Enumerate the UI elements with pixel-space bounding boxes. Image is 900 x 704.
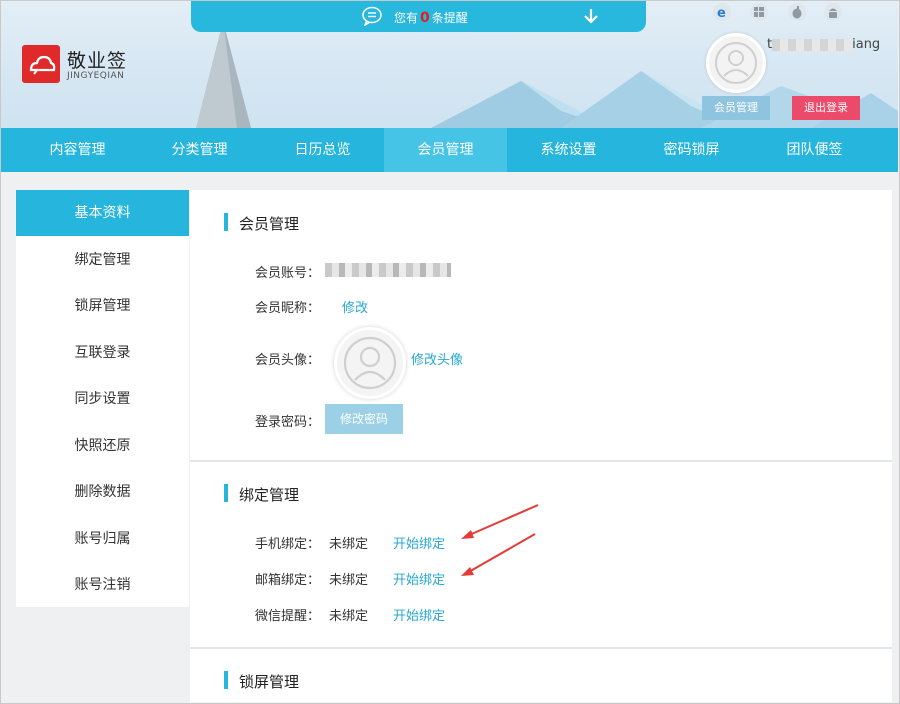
logo-title: 敬业签	[67, 50, 128, 72]
nav-team-notes[interactable]: 团队便签	[753, 128, 876, 172]
email-binding-link[interactable]: 开始绑定	[393, 569, 445, 588]
sidebar-item-delete-data[interactable]: 删除数据	[16, 469, 189, 515]
member-management-button[interactable]: 会员管理	[702, 96, 770, 120]
sidebar-item-binding[interactable]: 绑定管理	[16, 237, 189, 283]
main-nav: 内容管理 分类管理 日历总览 会员管理 系统设置 密码锁屏 团队便签	[1, 128, 898, 172]
wechat-binding-label: 微信提醒：	[255, 609, 321, 624]
sidebar-item-linked-login[interactable]: 互联登录	[16, 330, 189, 376]
redacted-account	[325, 263, 451, 277]
sidebar-item-account-owner[interactable]: 账号归属	[16, 516, 189, 562]
section-divider	[190, 647, 892, 649]
section-marker	[224, 213, 228, 231]
user-name: t iang	[767, 37, 880, 52]
section-marker	[224, 484, 228, 502]
phone-binding-link[interactable]: 开始绑定	[393, 533, 445, 552]
nickname-label: 会员昵称：	[255, 301, 321, 316]
phone-binding-status: 未绑定	[329, 537, 369, 552]
email-binding-status: 未绑定	[329, 573, 369, 588]
chat-bubble-icon	[362, 6, 382, 26]
sidebar-item-cancel-account[interactable]: 账号注销	[16, 562, 189, 608]
sidebar-item-lockscreen[interactable]: 锁屏管理	[16, 283, 189, 329]
wechat-binding-status: 未绑定	[329, 609, 369, 624]
logout-button[interactable]: 退出登录	[792, 96, 860, 120]
sidebar-item-sync[interactable]: 同步设置	[16, 376, 189, 422]
email-binding-label: 邮箱绑定：	[255, 573, 321, 588]
binding-section-title: 绑定管理	[239, 486, 300, 504]
annotation-arrows	[461, 504, 539, 576]
logo-icon	[22, 45, 60, 83]
edit-avatar-link[interactable]: 修改头像	[411, 349, 463, 368]
windows-icon[interactable]	[750, 3, 768, 21]
nav-settings[interactable]: 系统设置	[507, 128, 630, 172]
nav-content[interactable]: 内容管理	[16, 128, 139, 172]
edit-nickname-link[interactable]: 修改	[342, 297, 368, 316]
reminder-prefix: 您有	[394, 11, 419, 25]
ie-icon[interactable]: e	[713, 3, 731, 21]
lockscreen-section-title: 锁屏管理	[239, 673, 300, 691]
nav-member[interactable]: 会员管理	[384, 128, 507, 172]
redacted-username	[772, 38, 853, 51]
user-name-end: iang	[852, 37, 881, 52]
nav-lockscreen[interactable]: 密码锁屏	[630, 128, 753, 172]
reminder-suffix: 条提醒	[431, 11, 468, 25]
apple-icon[interactable]	[788, 3, 806, 21]
avatar-label: 会员头像：	[255, 353, 321, 368]
password-label: 登录密码：	[255, 415, 321, 430]
nav-category[interactable]: 分类管理	[138, 128, 261, 172]
sidebar-item-basic-info[interactable]: 基本资料	[16, 190, 189, 236]
sidebar: 基本资料 绑定管理 锁屏管理 互联登录 同步设置 快照还原 删除数据 账号归属 …	[16, 190, 189, 607]
logo-subtitle: JINGYEQIAN	[67, 71, 125, 81]
section-divider	[190, 460, 892, 462]
reminder-notice[interactable]: 您有 0 条提醒	[191, 1, 646, 32]
user-avatar[interactable]	[706, 33, 766, 93]
nav-calendar[interactable]: 日历总览	[261, 128, 384, 172]
change-password-button[interactable]: 修改密码	[325, 404, 403, 434]
account-label: 会员账号：	[255, 266, 321, 281]
wechat-binding-link[interactable]: 开始绑定	[393, 605, 445, 624]
reminder-count: 0	[420, 10, 430, 26]
android-icon[interactable]	[824, 3, 842, 21]
platform-icons: e	[711, 3, 842, 23]
phone-binding-label: 手机绑定：	[255, 537, 321, 552]
member-section-title: 会员管理	[239, 215, 300, 233]
sidebar-item-snapshot[interactable]: 快照还原	[16, 423, 189, 469]
svg-text:e: e	[717, 6, 726, 21]
section-marker	[224, 671, 228, 689]
arrow-down-icon[interactable]	[583, 7, 599, 25]
reminder-text: 您有 0 条提醒	[394, 9, 468, 26]
member-avatar	[334, 327, 406, 399]
